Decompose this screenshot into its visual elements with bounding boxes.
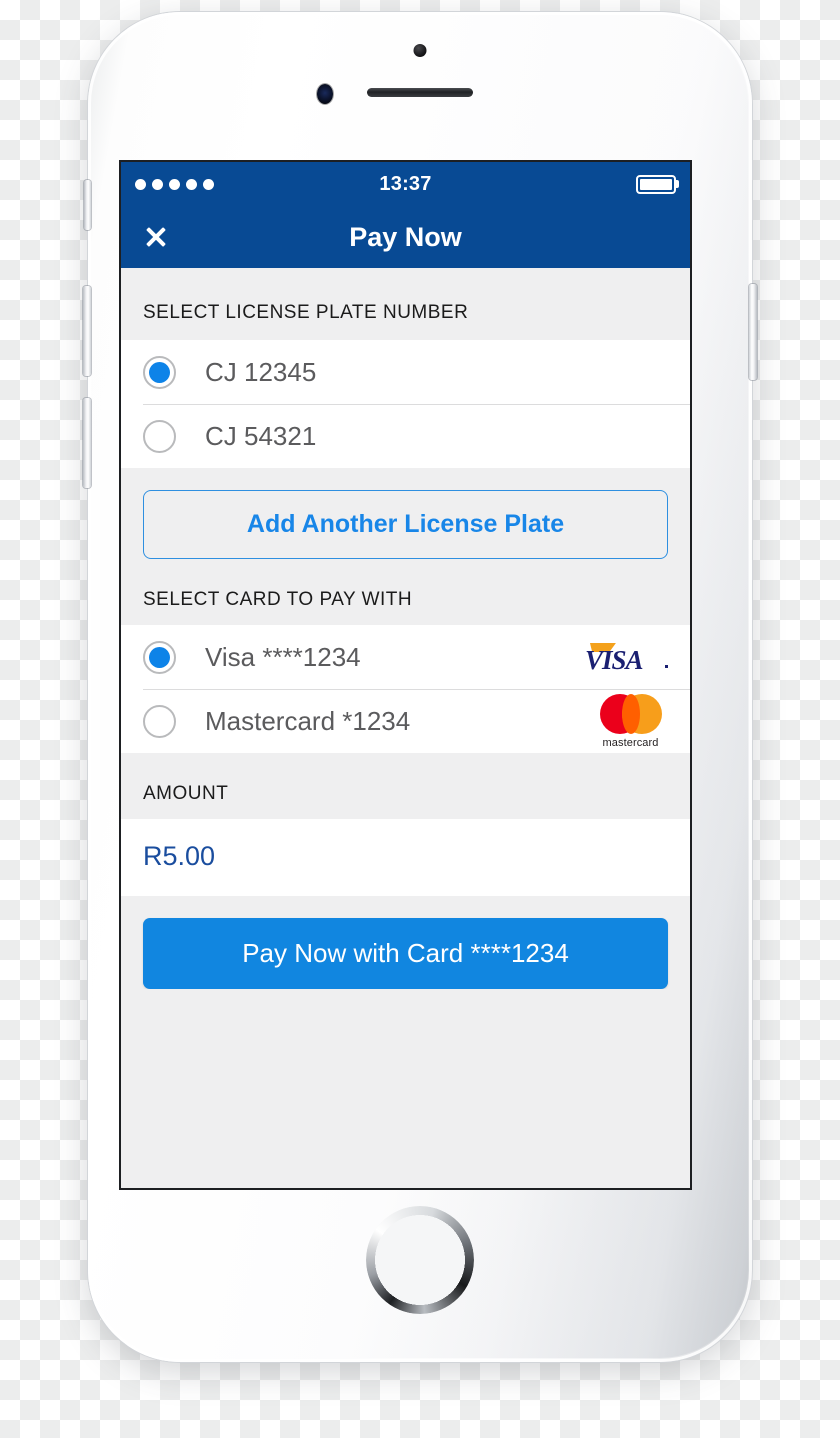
card-list: Visa ****1234 VISA Mastercard *1234 mast… bbox=[121, 625, 690, 753]
radio-button-selected-icon[interactable] bbox=[143, 355, 176, 389]
visa-logo-text: VISA bbox=[585, 645, 644, 675]
add-plate-container: Add Another License Plate bbox=[121, 468, 690, 559]
license-plate-list: CJ 12345 CJ 54321 bbox=[121, 340, 690, 468]
mastercard-logo: mastercard bbox=[593, 693, 668, 749]
license-plate-label: CJ 12345 bbox=[205, 356, 317, 387]
mastercard-logo-text: mastercard bbox=[602, 736, 659, 749]
pay-now-button[interactable]: Pay Now with Card ****1234 bbox=[143, 918, 668, 989]
card-section-header: SELECT CARD TO PAY WITH bbox=[121, 559, 690, 625]
volume-down-button[interactable] bbox=[83, 398, 91, 488]
battery-full-icon bbox=[636, 174, 676, 194]
amount-section-header: AMOUNT bbox=[121, 753, 690, 819]
card-option-mastercard[interactable]: Mastercard *1234 mastercard bbox=[121, 689, 690, 753]
phone-screen: 13:37 Pay Now SELECT LICENSE PLATE NUMBE… bbox=[119, 160, 692, 1190]
visa-logo: VISA bbox=[585, 642, 668, 675]
close-icon[interactable] bbox=[141, 222, 171, 252]
card-option-visa[interactable]: Visa ****1234 VISA bbox=[121, 625, 690, 689]
license-plate-option-2[interactable]: CJ 54321 bbox=[121, 404, 690, 468]
card-label: Mastercard *1234 bbox=[205, 705, 411, 736]
card-logo-container: VISA bbox=[585, 642, 668, 675]
page-title: Pay Now bbox=[349, 221, 462, 252]
license-plate-label: CJ 54321 bbox=[205, 420, 317, 451]
volume-up-button[interactable] bbox=[83, 286, 91, 376]
card-label: Visa ****1234 bbox=[205, 641, 361, 672]
radio-button-unselected-icon[interactable] bbox=[143, 419, 176, 453]
phone-device: 13:37 Pay Now SELECT LICENSE PLATE NUMBE… bbox=[83, 12, 757, 1362]
radio-button-unselected-icon[interactable] bbox=[143, 704, 176, 738]
silent-switch-button[interactable] bbox=[84, 180, 91, 230]
license-plate-section-header: SELECT LICENSE PLATE NUMBER bbox=[121, 268, 690, 340]
power-button[interactable] bbox=[749, 284, 757, 380]
home-button[interactable] bbox=[366, 1206, 474, 1314]
amount-value: R5.00 bbox=[121, 819, 690, 896]
add-another-license-plate-button[interactable]: Add Another License Plate bbox=[143, 490, 668, 559]
screen-empty-area bbox=[121, 989, 690, 1188]
front-camera-icon bbox=[413, 44, 427, 57]
license-plate-option-1[interactable]: CJ 12345 bbox=[121, 340, 690, 404]
radio-button-selected-icon[interactable] bbox=[143, 640, 176, 674]
status-bar: 13:37 bbox=[121, 162, 690, 206]
nav-bar: Pay Now bbox=[121, 206, 690, 268]
earpiece-speaker bbox=[367, 88, 473, 97]
card-logo-container: mastercard bbox=[593, 693, 668, 749]
status-bar-time: 13:37 bbox=[379, 172, 432, 195]
pay-button-container: Pay Now with Card ****1234 bbox=[121, 896, 690, 989]
proximity-sensor-icon bbox=[317, 84, 333, 104]
